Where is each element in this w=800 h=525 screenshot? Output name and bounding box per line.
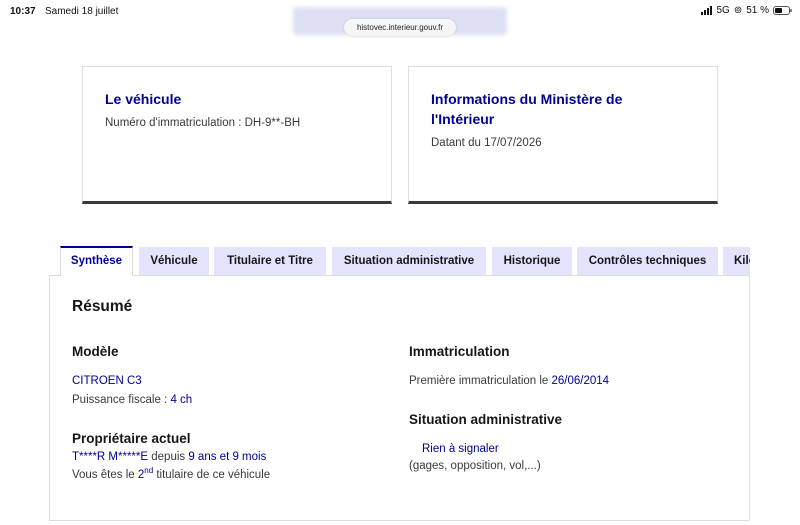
fiscal-power: Puissance fiscale : 4 ch [72, 394, 192, 406]
owner-rank-suffix-sup: nd [144, 466, 154, 475]
summary-title: Résumé [72, 298, 133, 315]
registration-line: Première immatriculation le 26/06/2014 [409, 375, 609, 387]
owner-rank-prefix: Vous êtes le [72, 468, 138, 481]
tab-bar: Synthèse Véhicule Titulaire et Titre Sit… [60, 246, 750, 276]
ministry-title-line1: Informations du Ministère de [431, 91, 623, 107]
tab-titulaire[interactable]: Titulaire et Titre [214, 247, 326, 275]
tab-kilometrage[interactable]: Kilo [723, 247, 750, 275]
ministry-card-title: Informations du Ministère de l'Intérieur [431, 89, 695, 129]
model-value: CITROEN C3 [72, 375, 142, 387]
status-date: Samedi 18 juillet [45, 6, 119, 17]
tab-situation-administrative[interactable]: Situation administrative [332, 247, 486, 275]
owner-name: T****R M*****E [72, 451, 149, 463]
tab-controles-techniques[interactable]: Contrôles techniques [577, 247, 718, 275]
tab-historique[interactable]: Historique [492, 247, 572, 275]
owner-rank-suffix: titulaire de ce véhicule [153, 468, 271, 481]
owner-line: T****R M*****E depuis 9 ans et 9 mois [72, 451, 266, 463]
registration-label: Première immatriculation le [409, 375, 552, 387]
registration-heading: Immatriculation [409, 344, 510, 359]
network-label: 5G [716, 5, 730, 16]
owner-heading: Propriétaire actuel [72, 431, 191, 446]
vehicle-card: Le véhicule Numéro d'immatriculation : D… [82, 66, 392, 204]
fiscal-power-label: Puissance fiscale : [72, 394, 171, 406]
registration-date: 26/06/2014 [551, 375, 610, 387]
plate-number-text: Numéro d'immatriculation : DH-9**-BH [105, 117, 301, 129]
tab-vehicule[interactable]: Véhicule [139, 247, 209, 275]
status-indicators: 5G ⊚ 51 % [701, 5, 792, 16]
owner-since-label: depuis [148, 451, 189, 463]
owner-rank: Vous êtes le 2nd titulaire de ce véhicul… [72, 466, 270, 481]
admin-status-detail: (gages, opposition, vol,...) [409, 460, 541, 472]
battery-icon [773, 6, 792, 15]
ministry-card: Informations du Ministère de l'Intérieur … [408, 66, 718, 204]
model-heading: Modèle [72, 344, 119, 359]
tab-synthese[interactable]: Synthèse [60, 246, 133, 276]
admin-status-value: Rien à signaler [422, 443, 499, 455]
admin-status-heading: Situation administrative [409, 412, 563, 427]
url-bar[interactable]: histovec.interieur.gouv.fr [344, 19, 456, 36]
rotation-lock-icon: ⊚ [733, 5, 743, 16]
battery-label: 51 % [746, 5, 769, 16]
owner-since-value: 9 ans et 9 mois [188, 451, 267, 463]
vehicle-card-title: Le véhicule [105, 91, 182, 107]
fiscal-power-value: 4 ch [170, 394, 193, 406]
signal-icon [701, 6, 713, 15]
ministry-date-text: Datant du 17/07/2026 [431, 137, 542, 149]
status-time: 10:37 [10, 6, 36, 17]
ministry-title-line2: l'Intérieur [431, 111, 495, 127]
